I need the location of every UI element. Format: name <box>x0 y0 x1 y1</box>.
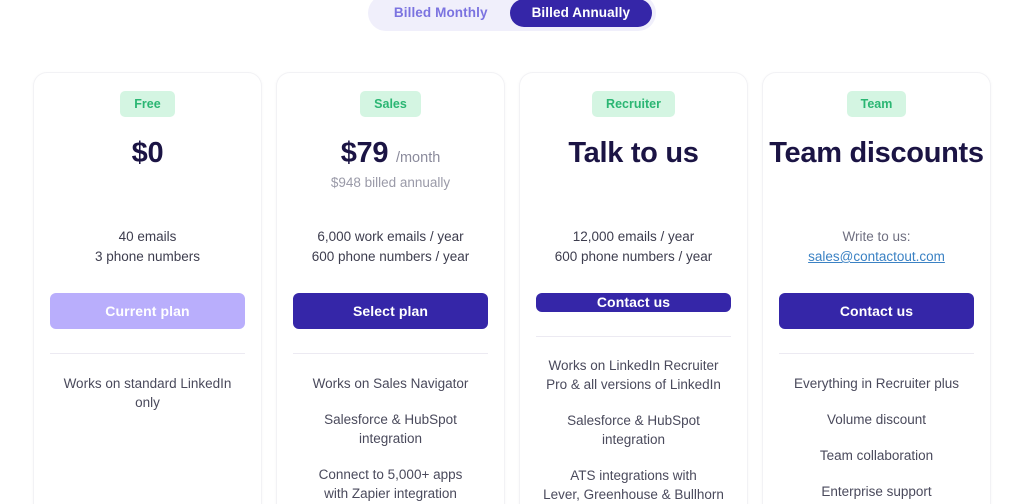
plan-cta-button[interactable]: Contact us <box>536 293 731 312</box>
toggle-option-annually[interactable]: Billed Annually <box>509 0 653 27</box>
plan-feature-item: ATS integrations with Lever, Greenhouse &… <box>536 466 731 504</box>
plan-cta-button[interactable]: Contact us <box>779 293 974 329</box>
plan-price: Team discounts <box>769 137 984 170</box>
plan-feature-list: Works on standard LinkedIn only <box>50 354 245 412</box>
plan-badge: Free <box>120 91 175 117</box>
plan-badge: Recruiter <box>592 91 675 117</box>
plan-feature-line: Salesforce & HubSpot integration <box>567 413 700 447</box>
billing-toggle-container: Billed Monthly Billed Annually <box>0 0 1024 31</box>
plan-feature-item: Works on standard LinkedIn only <box>50 374 245 412</box>
plan-feature-line: Enterprise support <box>821 484 932 499</box>
plan-price-value: Talk to us <box>568 137 699 169</box>
plan-feature-line: Works on Sales Navigator <box>312 376 469 391</box>
toggle-option-monthly[interactable]: Billed Monthly <box>372 0 510 27</box>
plan-quota: 6,000 work emails / year 600 phone number… <box>312 227 470 267</box>
plan-feature-list: Everything in Recruiter plus Volume disco… <box>779 354 974 501</box>
plan-contact-lead: Write to us: <box>842 229 911 244</box>
plan-feature-item: Works on LinkedIn Recruiter Pro & all ver… <box>536 356 731 394</box>
plan-quota-line: 40 emails <box>118 229 177 244</box>
plan-badge: Team <box>846 91 907 117</box>
plan-contact-email-link[interactable]: sales@contactout.com <box>808 249 945 264</box>
plan-price-block: $79 /month $948 billed annually <box>331 137 450 199</box>
pricing-card: Recruiter Talk to us 12,000 emails / year 6… <box>519 72 748 504</box>
plan-price-value: $79 <box>340 137 389 169</box>
plan-feature-item: Enterprise support <box>779 482 974 501</box>
pricing-card: Team Team discounts Write to us: sales@cont… <box>762 72 991 504</box>
plan-price: $79 /month <box>341 137 441 170</box>
plan-cta-button[interactable]: Select plan <box>293 293 488 329</box>
plan-feature-line: Salesforce & HubSpot integration <box>324 412 457 446</box>
plan-feature-line: Pro & all versions of LinkedIn <box>546 377 721 392</box>
plan-feature-line: Volume discount <box>826 412 927 427</box>
plan-price-block: Talk to us <box>568 137 699 199</box>
plan-feature-item: Works on Sales Navigator <box>293 374 488 393</box>
plan-price-value: $0 <box>131 137 164 169</box>
plan-feature-item: Connect to 5,000+ apps with Zapier integr… <box>293 465 488 503</box>
plan-feature-line: Works on LinkedIn Recruiter <box>548 358 719 373</box>
plan-feature-item: Volume discount <box>779 410 974 429</box>
plan-feature-item: Salesforce & HubSpot integration <box>293 410 488 448</box>
plan-quota-line: 600 phone numbers / year <box>311 249 470 264</box>
plan-feature-line: Everything in Recruiter plus <box>793 376 960 391</box>
plan-feature-item: Everything in Recruiter plus <box>779 374 974 393</box>
plan-quota-line: 3 phone numbers <box>94 249 201 264</box>
pricing-card: Free $0 40 emails 3 phone numbers Current pl… <box>33 72 262 504</box>
plan-quota: Write to us: sales@contactout.com <box>808 227 945 267</box>
plan-quota: 12,000 emails / year 600 phone numbers / … <box>555 227 713 267</box>
plan-feature-list: Works on LinkedIn Recruiter Pro & all ver… <box>536 336 731 504</box>
plan-badge: Sales <box>360 91 421 117</box>
plan-quota-line: 12,000 emails / year <box>572 229 695 244</box>
plan-quota-line: 600 phone numbers / year <box>554 249 713 264</box>
plan-feature-list: Works on Sales Navigator Salesforce & Hub… <box>293 354 488 503</box>
pricing-page: Billed Monthly Billed Annually Free $0 40 … <box>0 0 1024 504</box>
plan-feature-line: Works on standard LinkedIn only <box>63 376 232 410</box>
pricing-card: Sales $79 /month $948 billed annually 6,000… <box>276 72 505 504</box>
plan-price: Talk to us <box>568 137 699 170</box>
plan-feature-line: Team collaboration <box>819 448 934 463</box>
current-plan-button[interactable]: Current plan <box>50 293 245 329</box>
plan-price-block: Team discounts <box>769 137 984 199</box>
plan-price-block: $0 <box>132 137 164 199</box>
pricing-cards-row: Free $0 40 emails 3 phone numbers Current pl… <box>0 72 1024 504</box>
plan-feature-item: Team collaboration <box>779 446 974 465</box>
plan-feature-line: Lever, Greenhouse & Bullhorn <box>543 487 724 502</box>
billing-toggle[interactable]: Billed Monthly Billed Annually <box>367 0 657 31</box>
plan-feature-line: Connect to 5,000+ apps <box>318 467 463 482</box>
plan-feature-line: with Zapier integration <box>324 486 457 501</box>
plan-price-value: Team discounts <box>769 137 984 169</box>
plan-feature-line: ATS integrations with <box>570 468 697 483</box>
plan-price-subtext: $948 billed annually <box>330 175 451 191</box>
plan-price: $0 <box>132 137 164 170</box>
plan-feature-item: Salesforce & HubSpot integration <box>536 411 731 449</box>
plan-quota: 40 emails 3 phone numbers <box>95 227 200 267</box>
plan-quota-line: 6,000 work emails / year <box>317 229 464 244</box>
plan-price-period: /month <box>395 150 441 166</box>
